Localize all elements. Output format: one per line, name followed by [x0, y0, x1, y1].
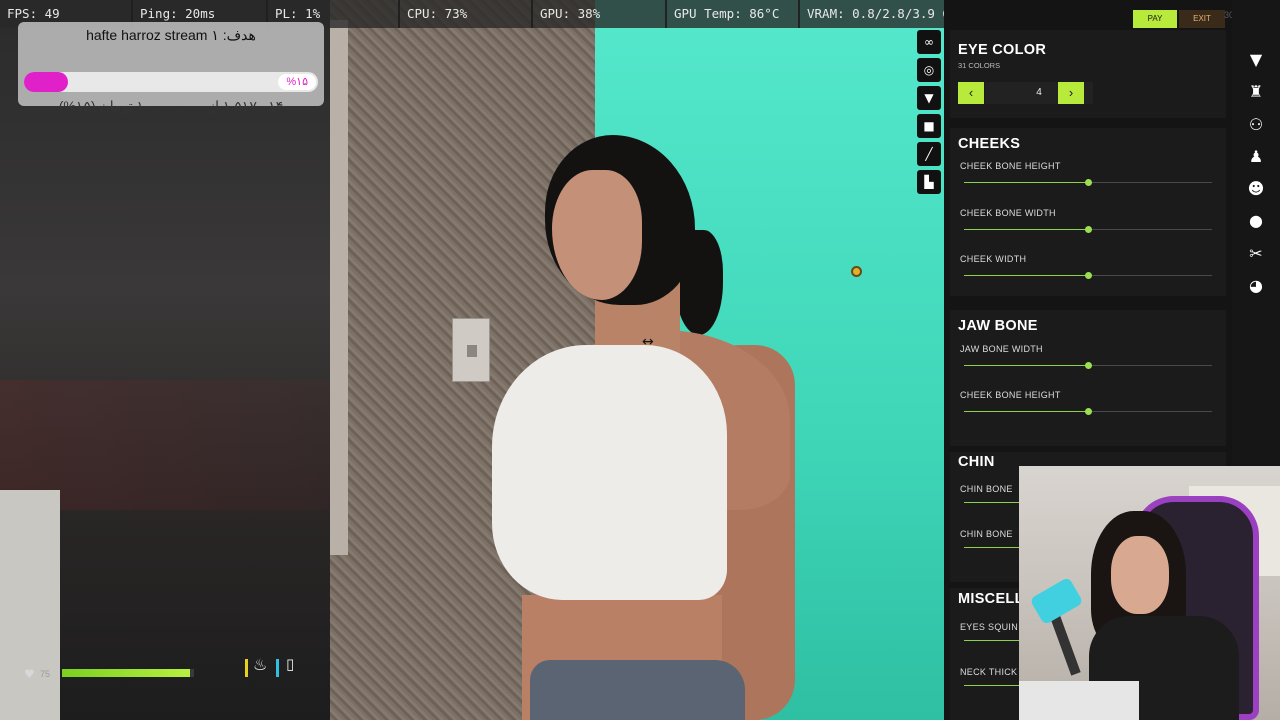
eye-color-next-button[interactable]: › [1058, 82, 1084, 104]
jaw-cheek-bone-height-slider[interactable] [964, 408, 1212, 415]
slider-thumb[interactable] [1085, 226, 1092, 233]
player-hud: ♥ 75 ♨ ▯ [20, 655, 310, 690]
food-icon: ♨ [253, 655, 268, 674]
cheeks-title: CHEEKS [958, 136, 1021, 152]
health-bar [62, 669, 194, 677]
slider-thumb[interactable] [1085, 272, 1092, 279]
outfit-icon[interactable]: ♜ [1244, 80, 1268, 104]
scissors-icon[interactable]: ✂ [1244, 242, 1268, 266]
slider-label: JAW BONE WIDTH [960, 344, 1043, 354]
heart-icon: ♥ [24, 667, 35, 681]
hunger-indicator [245, 659, 248, 677]
donation-goal-percent: %۱۵ [278, 74, 316, 90]
donation-goal-fill [24, 72, 69, 92]
jaw-bone-title: JAW BONE [958, 318, 1038, 334]
clothing-toggle-column: ∞ ◎ ▼ ■ ╱ ▙ [917, 30, 941, 198]
miscellaneous-title: MISCELL [958, 591, 1024, 607]
cheek-bone-height-slider[interactable] [964, 179, 1212, 186]
gpu-usage: GPU: 38% [533, 0, 667, 28]
donation-goal-subtitle: ۱,۵۱۷,۰۱۴ از ۱۰,۰۰۰,۰۰۰ تومان (۱۵%) [58, 98, 284, 114]
slider-thumb[interactable] [1085, 408, 1092, 415]
slider-label: NECK THICK [960, 667, 1018, 677]
glasses-icon[interactable]: ∞ [917, 30, 941, 54]
top-actions: PAY EXIT [1133, 10, 1225, 28]
donation-goal-widget: هدف: ۱ hafte harroz stream %۱۵ ۱,۵۱۷,۰۱۴… [18, 22, 324, 114]
chin-title: CHIN [958, 454, 995, 470]
gpu-temperature: GPU Temp: 86°C [667, 0, 800, 28]
slider-label: CHEEK WIDTH [960, 254, 1027, 264]
shoes-icon[interactable]: ▙ [917, 170, 941, 194]
shirt-icon[interactable]: ▼ [917, 86, 941, 110]
slider-label: CHEEK BONE WIDTH [960, 208, 1056, 218]
streamer-webcam [1019, 466, 1280, 720]
eye-color-prev-button[interactable]: ‹ [958, 82, 984, 104]
head-icon[interactable]: ● [1244, 209, 1268, 233]
palette-icon[interactable]: ◕ [1244, 274, 1268, 298]
slider-thumb[interactable] [1085, 179, 1092, 186]
eye-color-title: EYE COLOR [958, 42, 1047, 58]
cheek-bone-width-slider[interactable] [964, 226, 1212, 233]
light-switch [452, 318, 490, 382]
donation-goal-track [24, 72, 318, 92]
health-bar-fill [62, 669, 191, 677]
cpu-usage: CPU: 73% [400, 0, 533, 28]
pants-icon[interactable]: ╱ [917, 142, 941, 166]
drink-icon: ▯ [286, 655, 295, 673]
map-marker-icon [851, 266, 862, 277]
eyewear-icon[interactable]: ◎ [917, 58, 941, 82]
jaw-bone-width-slider[interactable] [964, 362, 1212, 369]
slider-label: CHEEK BONE HEIGHT [960, 390, 1061, 400]
exit-button[interactable]: EXIT [1179, 10, 1225, 28]
bag-icon[interactable]: ■ [917, 114, 941, 138]
vram-usage: VRAM: 0.8/2.8/3.9 GB [800, 0, 962, 28]
armor-value: 75 [40, 669, 51, 679]
cheeks-section: CHEEKS CHEEK BONE HEIGHT CHEEK BONE WIDT… [950, 128, 1226, 296]
slider-label: CHIN BONE [960, 484, 1013, 494]
slider-label: EYES SQUIN [960, 622, 1019, 632]
pay-button[interactable]: PAY [1133, 10, 1177, 28]
slider-label: CHIN BONE [960, 529, 1013, 539]
slider-thumb[interactable] [1085, 362, 1092, 369]
tshirt-icon[interactable]: ▼ [1244, 48, 1268, 72]
jaw-bone-section: JAW BONE JAW BONE WIDTH CHEEK BONE HEIGH… [950, 310, 1226, 446]
donation-goal-title: هدف: ۱ hafte harroz stream [86, 27, 256, 43]
resize-cursor-icon: ↔ [642, 334, 654, 350]
face-icon[interactable]: ☻ [1244, 177, 1268, 201]
people-icon[interactable]: ⚇ [1244, 113, 1268, 137]
eye-color-section: EYE COLOR 31 COLORS ‹ 4 › [950, 30, 1226, 118]
thirst-indicator [276, 659, 279, 677]
background-pillar [330, 20, 348, 555]
body-icon[interactable]: ♟ [1244, 145, 1268, 169]
eye-color-count: 31 COLORS [958, 61, 1001, 70]
cheek-width-slider[interactable] [964, 272, 1212, 279]
slider-label: CHEEK BONE HEIGHT [960, 161, 1061, 171]
